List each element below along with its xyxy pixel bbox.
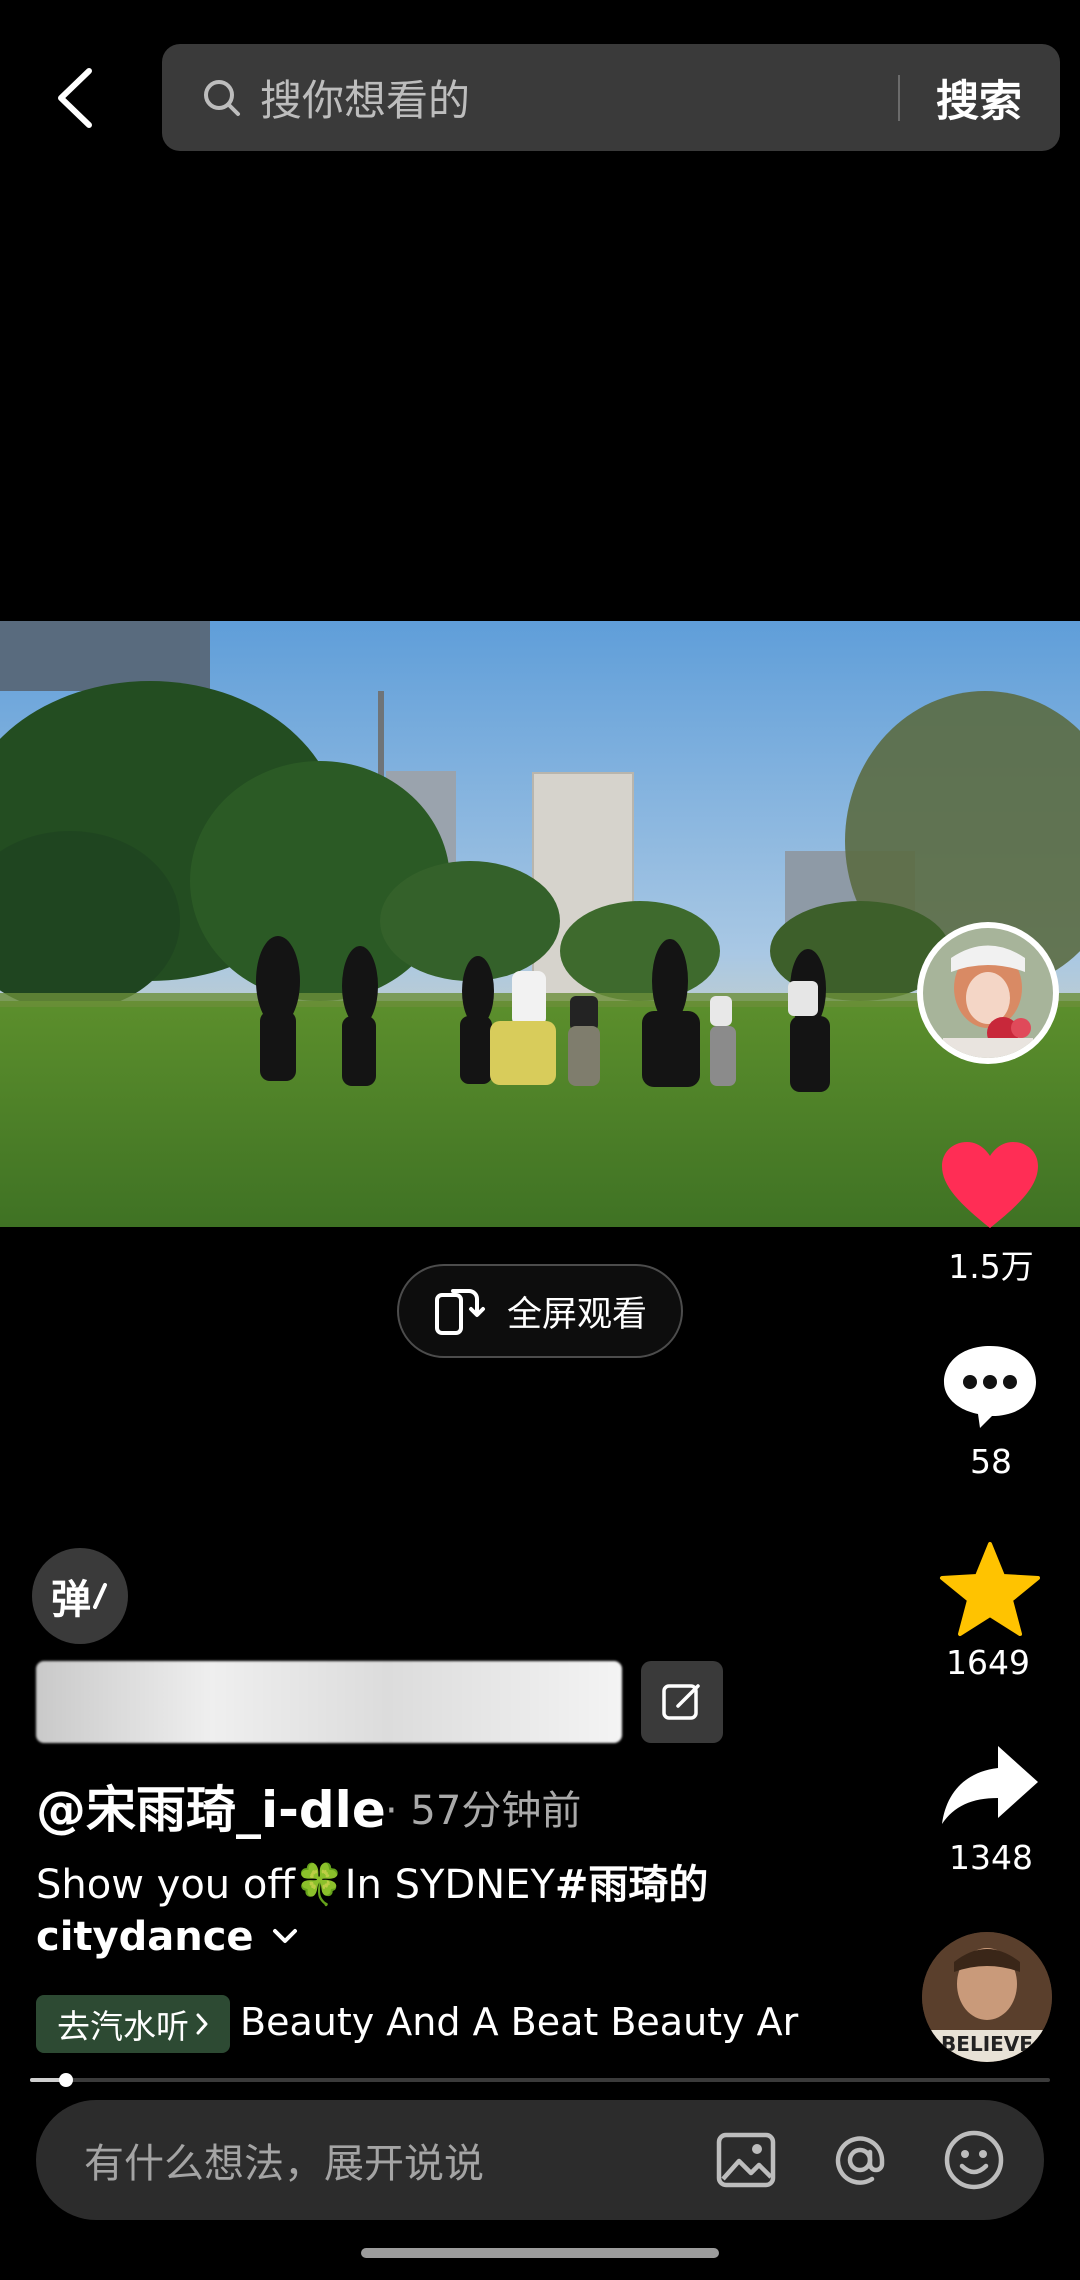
at-mention-icon bbox=[835, 2136, 885, 2185]
search-divider bbox=[898, 74, 900, 121]
progress-scrubber[interactable] bbox=[58, 2073, 73, 2087]
fullscreen-label: 全屏观看 bbox=[506, 1294, 647, 1335]
album-cover-text: BELIEVE bbox=[941, 2032, 1033, 2056]
share-count: 1348 bbox=[949, 1838, 1033, 1877]
creator-avatar[interactable] bbox=[917, 922, 1059, 1064]
image-icon bbox=[716, 2132, 776, 2188]
share-arrow-icon[interactable] bbox=[938, 1742, 1042, 1828]
danmaku-input-bar[interactable] bbox=[36, 1661, 622, 1743]
search-bar[interactable]: 搜你想看的 搜索 bbox=[162, 44, 1060, 151]
clover-emoji: 🍀 bbox=[294, 1862, 345, 1908]
mention-button[interactable] bbox=[816, 2116, 904, 2204]
danmaku-slash-icon bbox=[93, 1583, 107, 1609]
search-placeholder[interactable]: 搜你想看的 bbox=[260, 67, 898, 128]
danmaku-toggle-label: 弹 bbox=[51, 1577, 91, 1623]
avatar-image bbox=[923, 928, 1053, 1058]
caption-line2: citydance bbox=[36, 1914, 298, 1960]
home-indicator[interactable] bbox=[361, 2248, 719, 2258]
image-picker-button[interactable] bbox=[702, 2116, 790, 2204]
favorite-count: 1649 bbox=[946, 1643, 1030, 1682]
comment-placeholder[interactable]: 有什么想法，展开说说 bbox=[84, 2131, 702, 2189]
like-count: 1.5万 bbox=[948, 1247, 1034, 1286]
video-progress-bar[interactable] bbox=[30, 2073, 1050, 2087]
emoji-icon bbox=[944, 2130, 1004, 2190]
hashtag-continuation[interactable]: citydance bbox=[36, 1914, 254, 1960]
edit-icon bbox=[662, 1684, 700, 1720]
video-player[interactable] bbox=[0, 621, 1080, 1227]
chevron-right-icon bbox=[196, 2013, 208, 2035]
comment-count: 58 bbox=[970, 1442, 1012, 1481]
emoji-button[interactable] bbox=[930, 2116, 1018, 2204]
back-button[interactable] bbox=[40, 58, 110, 138]
comment-input[interactable]: 有什么想法，展开说说 bbox=[36, 2100, 1044, 2220]
chevron-left-icon bbox=[58, 68, 92, 128]
search-icon bbox=[204, 79, 240, 116]
like-heart-icon[interactable] bbox=[940, 1140, 1040, 1230]
hashtag-link[interactable]: #雨琦的 bbox=[555, 1862, 709, 1908]
comment-icon[interactable] bbox=[940, 1342, 1040, 1430]
favorite-star-icon[interactable] bbox=[938, 1540, 1042, 1640]
music-disc-button[interactable]: BELIEVE bbox=[922, 1932, 1052, 2062]
chevron-down-icon[interactable] bbox=[272, 1928, 298, 1946]
search-button[interactable]: 搜索 bbox=[936, 67, 1022, 129]
caption-text: Show you off bbox=[36, 1862, 295, 1908]
caption-text2: In SYDNEY bbox=[344, 1862, 555, 1908]
fullscreen-button[interactable]: 全屏观看 bbox=[397, 1264, 683, 1358]
video-frame bbox=[0, 621, 1080, 1227]
listen-tag-label: 去汽水听 bbox=[57, 2007, 189, 2046]
post-time: · 57分钟前 bbox=[385, 1788, 582, 1834]
danmaku-toggle-button[interactable]: 弹 bbox=[32, 1548, 128, 1644]
music-track-title[interactable]: Beauty And A Beat Beauty Ar bbox=[240, 2000, 810, 2044]
danmaku-edit-button[interactable] bbox=[641, 1661, 723, 1743]
rotate-screen-icon bbox=[434, 1289, 485, 1335]
caption-line1: Show you off🍀In SYDNEY#雨琦的 bbox=[36, 1852, 708, 1910]
author-name[interactable]: @宋雨琦_i-dle bbox=[36, 1770, 386, 1842]
listen-on-qishui-tag[interactable]: 去汽水听 bbox=[36, 1995, 230, 2053]
